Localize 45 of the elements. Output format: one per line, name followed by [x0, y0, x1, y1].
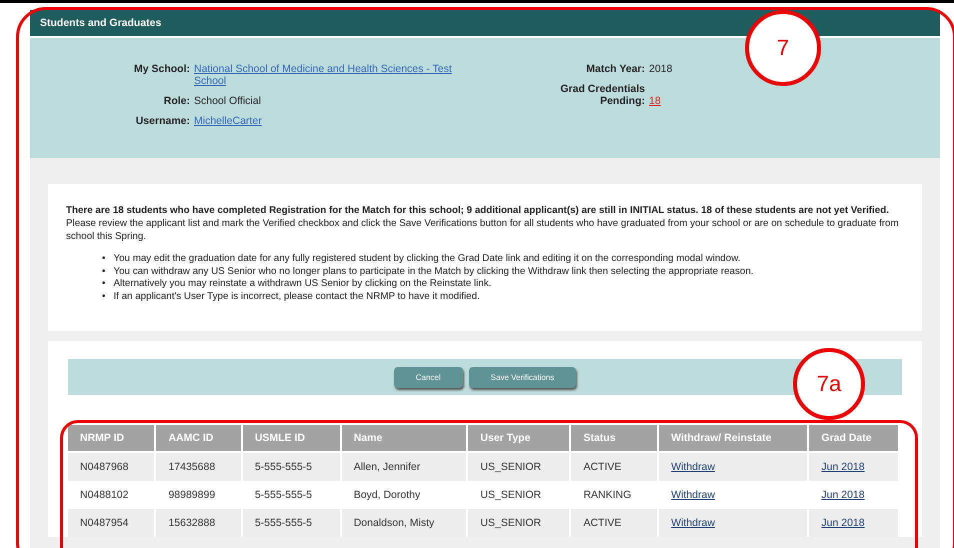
column-header: Withdraw/ Reinstate [659, 425, 808, 453]
table-cell: ACTIVE [571, 453, 658, 481]
column-header: Name [342, 425, 466, 453]
info-label: Role: [162, 95, 190, 107]
notice-bullet: You can withdraw any US Senior who no longer plans to participate in the Match by clicking the Withdraw link then selecting the appropriate reason. [113, 266, 754, 278]
table-cell: Donaldson, Misty [342, 509, 466, 537]
table-cell: US_SENIOR [468, 509, 570, 537]
table-cell: 17435688 [156, 453, 241, 481]
info-label: My School: [132, 63, 190, 77]
notice-text: There are 18 students who have completed Registration for the Match for this school; 9 additional applicant(s) are still in INITIAL status. 18 of these students are not yet Verified. Please review the applicant list and mark the Verified checkbox and click the Save Verifications button for all students who have graduated from your school or are on schedule to graduate from school this Spring. [66, 204, 900, 243]
table-cell: N0487968 [68, 453, 154, 481]
notice-bullet: Alternatively you may reinstate a withdrawn US Senior by clicking on the Reinstate link. [113, 278, 492, 290]
column-header: Grad Date [809, 425, 898, 453]
bullet-marker: • [102, 266, 106, 278]
table-link[interactable]: Withdraw [671, 461, 715, 473]
column-header: USMLE ID [242, 425, 340, 453]
table-cell: US_SENIOR [468, 453, 570, 481]
bullet-marker: • [102, 278, 106, 290]
table-link[interactable]: Jun 2018 [821, 461, 865, 473]
info-link[interactable]: MichelleCarter [194, 115, 262, 127]
info-label: Username: [134, 115, 190, 127]
column-header: User Type [468, 425, 570, 453]
info-label: Grad Credentials Pending: [559, 83, 645, 107]
info-value: 2018 [649, 63, 672, 75]
table-link[interactable]: Withdraw [671, 489, 715, 501]
table-cell: 15632888 [156, 509, 241, 537]
table-cell: 5-555-555-5 [242, 453, 340, 481]
bullet-marker: • [102, 290, 106, 303]
table-link[interactable]: Withdraw [671, 517, 715, 529]
column-header: AAMC ID [156, 425, 241, 453]
table-cell: 5-555-555-5 [242, 509, 340, 537]
table-link[interactable]: Jun 2018 [821, 517, 865, 529]
bullet-marker: • [102, 253, 106, 266]
table-cell: Allen, Jennifer [342, 453, 466, 481]
notice-bullet: You may edit the graduation date for any fully registered student by clicking the Grad Date link and editing it on the corresponding modal window. [113, 253, 740, 266]
notice-bullet: If an applicant's User Type is incorrect, please contact the NRMP to have it modified. [113, 290, 480, 303]
panel-title: Students and Graduates [30, 10, 940, 38]
table-cell: N0487954 [68, 509, 154, 537]
table-cell: ACTIVE [571, 509, 658, 537]
column-header: Status [571, 425, 658, 453]
table-link[interactable]: Jun 2018 [821, 489, 865, 501]
info-link[interactable]: National School of Medicine and Health Sciences - Test School [194, 63, 464, 87]
info-value: School Official [194, 95, 261, 107]
column-header: NRMP ID [68, 425, 154, 453]
info-label: Match Year: [586, 63, 645, 75]
